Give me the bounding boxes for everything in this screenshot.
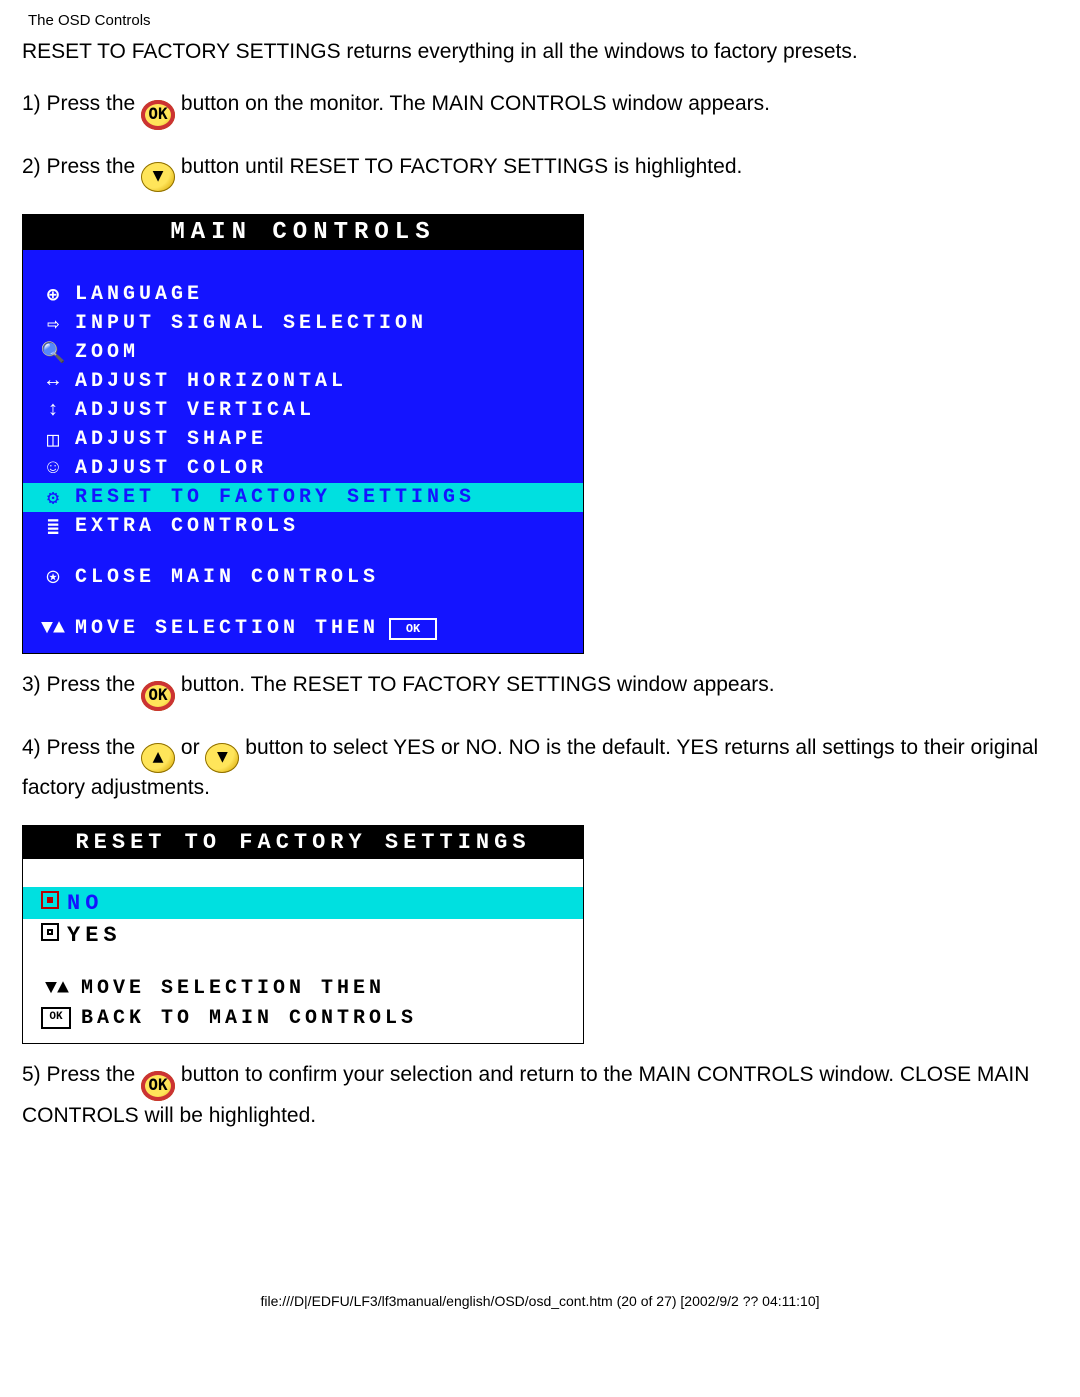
step-1: 1) Press the OK button on the monitor. T… [22, 89, 1058, 129]
menu-item-adjust-color[interactable]: ☺ ADJUST COLOR [23, 454, 583, 483]
step-1-a: 1) Press the [22, 92, 141, 115]
menu-label: CLOSE MAIN CONTROLS [75, 566, 379, 589]
osd-title: RESET TO FACTORY SETTINGS [23, 826, 583, 859]
language-icon: ⊕ [31, 282, 75, 308]
step-4-b: or [181, 736, 206, 759]
footer-label: BACK TO MAIN CONTROLS [81, 1007, 417, 1030]
down-arrow-icon: ▼ [205, 743, 239, 773]
osd-footer: ▼▲ MOVE SELECTION THEN OK BACK TO MAIN C… [23, 951, 583, 1043]
extra-icon: ≣ [31, 514, 75, 540]
down-arrow-icon: ▼ [141, 162, 175, 192]
step-2-a: 2) Press the [22, 155, 141, 178]
unselected-icon [33, 923, 67, 948]
option-yes[interactable]: YES [23, 919, 583, 951]
step-2-b: button until RESET TO FACTORY SETTINGS i… [181, 155, 742, 178]
selected-icon [33, 891, 67, 916]
menu-label: EXTRA CONTROLS [75, 515, 299, 538]
menu-item-adjust-horizontal[interactable]: ↔ ADJUST HORIZONTAL [23, 367, 583, 396]
ok-box-icon: OK [389, 618, 437, 640]
intro-text: RESET TO FACTORY SETTINGS returns everyt… [22, 37, 1058, 67]
zoom-icon: 🔍 [31, 340, 75, 366]
step-3: 3) Press the OK button. The RESET TO FAC… [22, 670, 1058, 710]
menu-label: ADJUST COLOR [75, 457, 267, 480]
menu-item-adjust-vertical[interactable]: ↕ ADJUST VERTICAL [23, 396, 583, 425]
step-5: 5) Press the OK button to confirm your s… [22, 1060, 1058, 1131]
menu-item-close[interactable]: ⍟ CLOSE MAIN CONTROLS [23, 563, 583, 592]
osd-reset-factory: RESET TO FACTORY SETTINGS NO YES ▼▲ MOVE… [22, 825, 584, 1044]
up-arrow-icon: ▲ [141, 743, 175, 773]
ok-box-icon: OK [41, 1007, 71, 1029]
option-label: YES [67, 923, 122, 948]
file-path-footer: file:///D|/EDFU/LF3/lf3manual/english/OS… [22, 1153, 1058, 1309]
menu-label: RESET TO FACTORY SETTINGS [75, 486, 475, 509]
step-4-c: button to select YES or NO. NO is the de… [22, 736, 1038, 799]
step-4-a: 4) Press the [22, 736, 141, 759]
ok-button-icon: OK [141, 681, 175, 711]
menu-label: ZOOM [75, 341, 139, 364]
step-3-b: button. The RESET TO FACTORY SETTINGS wi… [181, 673, 775, 696]
vertical-icon: ↕ [31, 399, 75, 422]
option-label: NO [67, 891, 103, 916]
ok-button-icon: OK [141, 1071, 175, 1101]
close-icon: ⍟ [31, 565, 75, 591]
step-5-b: button to confirm your selection and ret… [22, 1063, 1029, 1126]
osd-main-controls: MAIN CONTROLS ⊕ LANGUAGE ⇨ INPUT SIGNAL … [22, 214, 584, 654]
footer-label: MOVE SELECTION THEN [81, 977, 385, 1000]
menu-label: LANGUAGE [75, 283, 203, 306]
color-icon: ☺ [31, 457, 75, 480]
menu-label: INPUT SIGNAL SELECTION [75, 312, 427, 335]
menu-item-reset-factory[interactable]: ⚙ RESET TO FACTORY SETTINGS [23, 483, 583, 512]
shape-icon: ◫ [31, 427, 75, 453]
horizontal-icon: ↔ [31, 370, 75, 393]
page-header: The OSD Controls [22, 0, 1058, 37]
step-1-b: button on the monitor. The MAIN CONTROLS… [181, 92, 770, 115]
step-3-a: 3) Press the [22, 673, 141, 696]
menu-item-adjust-shape[interactable]: ◫ ADJUST SHAPE [23, 425, 583, 454]
updown-icon: ▼▲ [31, 617, 75, 640]
step-4: 4) Press the ▲ or ▼ button to select YES… [22, 733, 1058, 804]
osd-title: MAIN CONTROLS [23, 215, 583, 250]
osd-hint: ▼▲ MOVE SELECTION THEN OK [23, 614, 583, 643]
input-signal-icon: ⇨ [31, 311, 75, 337]
menu-item-extra-controls[interactable]: ≣ EXTRA CONTROLS [23, 512, 583, 541]
menu-label: ADJUST VERTICAL [75, 399, 315, 422]
step-2: 2) Press the ▼ button until RESET TO FAC… [22, 152, 1058, 192]
step-5-a: 5) Press the [22, 1063, 141, 1086]
menu-item-input-signal[interactable]: ⇨ INPUT SIGNAL SELECTION [23, 309, 583, 338]
option-no[interactable]: NO [23, 887, 583, 919]
factory-icon: ⚙ [31, 485, 75, 511]
updown-icon: ▼▲ [33, 977, 81, 1000]
menu-label: ADJUST SHAPE [75, 428, 267, 451]
hint-label: MOVE SELECTION THEN [75, 617, 379, 640]
ok-button-icon: OK [141, 100, 175, 130]
menu-label: ADJUST HORIZONTAL [75, 370, 347, 393]
menu-item-zoom[interactable]: 🔍 ZOOM [23, 338, 583, 367]
menu-item-language[interactable]: ⊕ LANGUAGE [23, 280, 583, 309]
